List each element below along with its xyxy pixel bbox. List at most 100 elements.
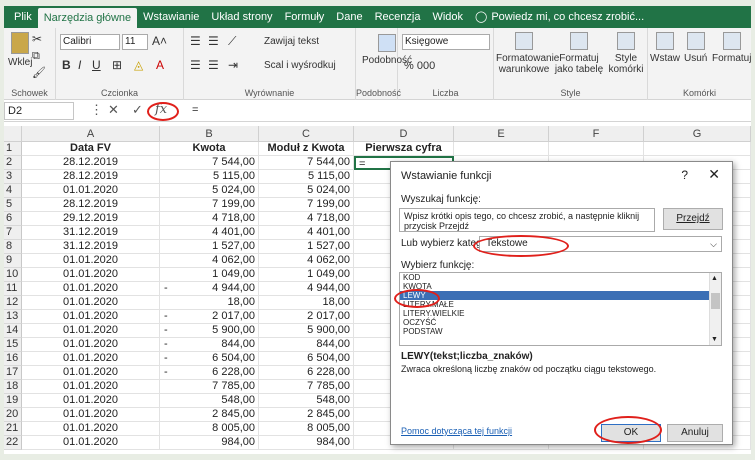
date-cell[interactable]: 29.12.2019 bbox=[22, 212, 160, 226]
abs-amount-cell[interactable]: 4 718,00 bbox=[259, 212, 354, 226]
date-cell[interactable]: 01.01.2020 bbox=[22, 310, 160, 324]
abs-amount-cell[interactable]: 4 944,00 bbox=[259, 282, 354, 296]
column-header[interactable]: F bbox=[549, 126, 644, 142]
date-cell[interactable]: 01.01.2020 bbox=[22, 380, 160, 394]
tab-7[interactable]: Widok bbox=[426, 6, 469, 28]
column-header[interactable]: E bbox=[454, 126, 549, 142]
header-cell[interactable]: Data FV bbox=[22, 142, 160, 156]
help-link[interactable]: Pomoc dotycząca tej funkcji bbox=[401, 426, 512, 436]
amount-cell[interactable]: 548,00 bbox=[160, 394, 259, 408]
row-number[interactable]: 22 bbox=[4, 436, 22, 450]
column-header[interactable]: G bbox=[644, 126, 751, 142]
abs-amount-cell[interactable]: 984,00 bbox=[259, 436, 354, 450]
abs-amount-cell[interactable]: 844,00 bbox=[259, 338, 354, 352]
abs-amount-cell[interactable]: 1 527,00 bbox=[259, 240, 354, 254]
align-left-icon[interactable]: ☰ bbox=[190, 58, 201, 72]
abs-amount-cell[interactable]: 4 401,00 bbox=[259, 226, 354, 240]
tell-me-box[interactable]: ◯ Powiedz mi, co chcesz zrobić... bbox=[469, 6, 650, 28]
function-item[interactable]: KOD bbox=[400, 273, 721, 282]
close-icon[interactable]: ✕ bbox=[708, 166, 720, 183]
function-item[interactable]: LITERY.MAŁE bbox=[400, 300, 721, 309]
function-item[interactable]: KWOTA bbox=[400, 282, 721, 291]
scroll-up-icon[interactable]: ▲ bbox=[711, 275, 718, 282]
amount-cell[interactable]: 2 845,00 bbox=[160, 408, 259, 422]
row-number[interactable]: 15 bbox=[4, 338, 22, 352]
abs-amount-cell[interactable]: 1 049,00 bbox=[259, 268, 354, 282]
scroll-down-icon[interactable]: ▼ bbox=[711, 336, 718, 343]
row-number[interactable]: 3 bbox=[4, 170, 22, 184]
row-number[interactable]: 4 bbox=[4, 184, 22, 198]
tab-2[interactable]: Wstawianie bbox=[137, 6, 205, 28]
tab-0[interactable]: Plik bbox=[8, 6, 38, 28]
amount-cell[interactable]: 1 049,00 bbox=[160, 268, 259, 282]
borders-icon[interactable]: ⊞ bbox=[112, 58, 122, 72]
date-cell[interactable]: 01.01.2020 bbox=[22, 184, 160, 198]
date-cell[interactable]: 01.01.2020 bbox=[22, 408, 160, 422]
format-painter-icon[interactable]: 🖌 bbox=[32, 66, 46, 79]
date-cell[interactable]: 01.01.2020 bbox=[22, 436, 160, 450]
amount-cell[interactable]: - 2 017,00 bbox=[160, 310, 259, 324]
number-format-select[interactable]: Księgowe bbox=[402, 34, 490, 50]
amount-cell[interactable]: 5 115,00 bbox=[160, 170, 259, 184]
column-header[interactable]: B bbox=[160, 126, 259, 142]
percent-button[interactable]: % 000 bbox=[404, 60, 435, 72]
row-number[interactable]: 16 bbox=[4, 352, 22, 366]
date-cell[interactable]: 01.01.2020 bbox=[22, 352, 160, 366]
select-all-corner[interactable] bbox=[4, 126, 22, 142]
date-cell[interactable]: 01.01.2020 bbox=[22, 254, 160, 268]
cell[interactable] bbox=[549, 142, 644, 156]
tab-3[interactable]: Układ strony bbox=[205, 6, 278, 28]
align-center-icon[interactable]: ☰ bbox=[208, 58, 219, 72]
date-cell[interactable]: 01.01.2020 bbox=[22, 338, 160, 352]
column-header[interactable]: A bbox=[22, 126, 160, 142]
enter-icon[interactable]: ✓ bbox=[132, 102, 143, 118]
row-number[interactable]: 12 bbox=[4, 296, 22, 310]
date-cell[interactable]: 01.01.2020 bbox=[22, 324, 160, 338]
row-number[interactable]: 13 bbox=[4, 310, 22, 324]
abs-amount-cell[interactable]: 7 785,00 bbox=[259, 380, 354, 394]
function-item[interactable]: LITERY.WIELKIE bbox=[400, 309, 721, 318]
row-number[interactable]: 7 bbox=[4, 226, 22, 240]
abs-amount-cell[interactable]: 6 504,00 bbox=[259, 352, 354, 366]
date-cell[interactable]: 01.01.2020 bbox=[22, 366, 160, 380]
date-cell[interactable]: 01.01.2020 bbox=[22, 296, 160, 310]
copy-icon[interactable]: ⧉ bbox=[32, 50, 40, 63]
abs-amount-cell[interactable]: 2 845,00 bbox=[259, 408, 354, 422]
conditional-format-button[interactable]: Formatowanie warunkowe bbox=[496, 32, 559, 75]
abs-amount-cell[interactable]: 2 017,00 bbox=[259, 310, 354, 324]
bold-button[interactable]: B bbox=[62, 58, 71, 72]
wrap-text-button[interactable]: Zawijaj tekst bbox=[264, 36, 319, 47]
date-cell[interactable]: 31.12.2019 bbox=[22, 226, 160, 240]
date-cell[interactable]: 01.01.2020 bbox=[22, 394, 160, 408]
paste-button[interactable]: Wklej bbox=[8, 32, 32, 68]
date-cell[interactable]: 28.12.2019 bbox=[22, 170, 160, 184]
abs-amount-cell[interactable]: 6 228,00 bbox=[259, 366, 354, 380]
name-box[interactable]: D2 bbox=[4, 102, 74, 120]
cancel-button[interactable]: Anuluj bbox=[667, 424, 723, 442]
scroll-thumb[interactable] bbox=[711, 293, 720, 309]
row-number[interactable]: 21 bbox=[4, 422, 22, 436]
format-cells-button[interactable]: Formatuj bbox=[712, 32, 751, 64]
cancel-icon[interactable]: ✕ bbox=[108, 102, 119, 118]
header-cell[interactable]: Pierwsza cyfra bbox=[354, 142, 454, 156]
abs-amount-cell[interactable]: 5 900,00 bbox=[259, 324, 354, 338]
row-number[interactable]: 17 bbox=[4, 366, 22, 380]
abs-amount-cell[interactable]: 5 024,00 bbox=[259, 184, 354, 198]
font-color-icon[interactable]: A bbox=[156, 58, 164, 72]
row-number[interactable]: 8 bbox=[4, 240, 22, 254]
align-middle-icon[interactable]: ☰ bbox=[208, 34, 219, 48]
row-number[interactable]: 5 bbox=[4, 198, 22, 212]
row-number[interactable]: 20 bbox=[4, 408, 22, 422]
amount-cell[interactable]: - 4 944,00 bbox=[160, 282, 259, 296]
tab-4[interactable]: Formuły bbox=[279, 6, 331, 28]
fill-color-icon[interactable]: ◬ bbox=[134, 58, 143, 72]
cell-styles-button[interactable]: Style komórki bbox=[606, 32, 646, 75]
abs-amount-cell[interactable]: 8 005,00 bbox=[259, 422, 354, 436]
header-cell[interactable]: Kwota bbox=[160, 142, 259, 156]
align-top-icon[interactable]: ☰ bbox=[190, 34, 201, 48]
amount-cell[interactable]: 4 718,00 bbox=[160, 212, 259, 226]
font-size-select[interactable]: 11 bbox=[122, 34, 148, 50]
amount-cell[interactable]: 4 062,00 bbox=[160, 254, 259, 268]
grow-font-icon[interactable]: A˄ bbox=[152, 34, 167, 48]
amount-cell[interactable]: 18,00 bbox=[160, 296, 259, 310]
